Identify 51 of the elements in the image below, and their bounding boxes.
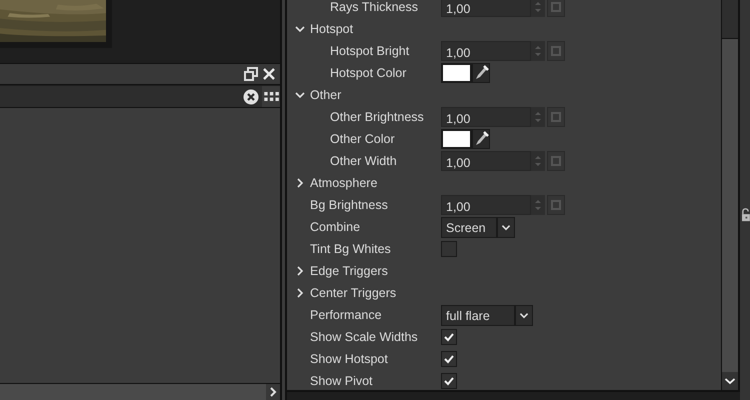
property-label: Tint Bg Whites (310, 242, 391, 256)
group-label[interactable]: Atmosphere (310, 176, 378, 190)
property-label: Other Brightness (330, 110, 424, 124)
chevron-down-icon[interactable] (497, 216, 515, 238)
dropdown[interactable]: full flare (441, 304, 515, 326)
chevron-down-icon[interactable] (295, 90, 305, 100)
clear-icon[interactable] (243, 88, 259, 104)
number-field[interactable]: 1,00 (441, 0, 531, 17)
horizontal-scrollbar[interactable] (0, 383, 280, 400)
property-label: Combine (310, 220, 360, 234)
scrollbar-thumb[interactable] (722, 0, 738, 39)
property-label: Bg Brightness (310, 198, 388, 212)
eyedropper-icon[interactable] (472, 129, 490, 149)
number-field[interactable]: 1,00 (441, 41, 531, 61)
property-label: Other Color (330, 132, 395, 146)
search-field[interactable] (0, 86, 262, 107)
group-label[interactable]: Edge Triggers (310, 264, 388, 278)
group-label[interactable]: Center Triggers (310, 286, 396, 300)
property-label: Hotspot Bright (330, 44, 410, 58)
chevron-right-icon[interactable] (295, 288, 305, 298)
chevron-down-icon[interactable] (722, 372, 738, 390)
property-label: Other Width (330, 154, 397, 168)
number-field[interactable]: 1,00 (441, 195, 531, 215)
number-field[interactable]: 1,00 (441, 107, 531, 127)
color-swatch[interactable] (441, 63, 472, 83)
color-swatch[interactable] (441, 129, 472, 149)
chevron-down-icon[interactable] (515, 304, 533, 326)
property-label: Performance (310, 308, 382, 322)
dropdown[interactable]: Screen (441, 216, 497, 238)
group-label[interactable]: Hotspot (310, 22, 354, 36)
vertical-scrollbar[interactable] (721, 0, 740, 390)
chevron-right-icon[interactable] (295, 266, 305, 276)
property-label: Show Scale Widths (310, 330, 418, 344)
property-label: Show Hotspot (310, 352, 388, 366)
lock-icon[interactable] (741, 208, 750, 222)
checkbox[interactable] (441, 329, 457, 345)
property-label: Rays Thickness (330, 0, 418, 14)
close-icon[interactable] (262, 67, 276, 81)
checkbox[interactable] (441, 351, 457, 367)
property-label: Show Pivot (310, 374, 373, 388)
checkbox[interactable] (441, 241, 457, 257)
property-label: Hotspot Color (330, 66, 406, 80)
number-field[interactable]: 1,00 (441, 151, 531, 171)
group-label[interactable]: Other (310, 88, 342, 102)
checkbox[interactable] (441, 373, 457, 389)
eyedropper-icon[interactable] (472, 63, 490, 83)
chevron-right-icon[interactable] (295, 178, 305, 188)
chevron-right-icon[interactable] (266, 384, 280, 400)
chevron-down-icon[interactable] (295, 24, 305, 34)
grid-icon[interactable] (262, 86, 280, 107)
restore-icon[interactable] (244, 67, 258, 81)
